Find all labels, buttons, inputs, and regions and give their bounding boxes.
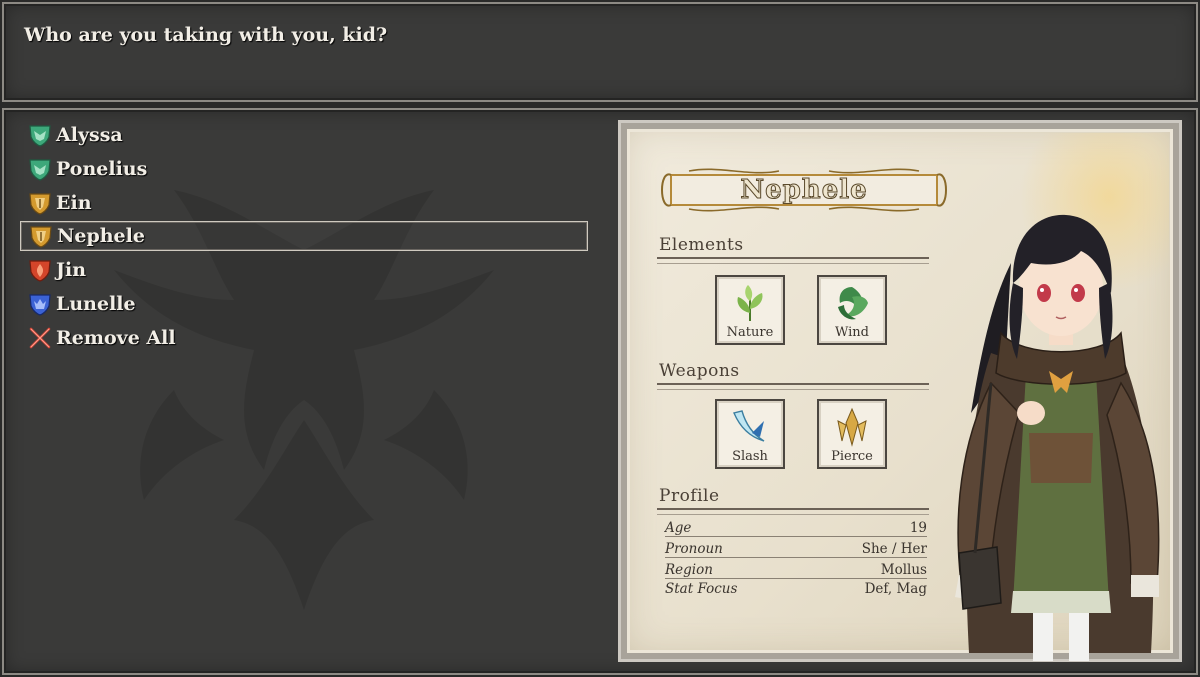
weapon-pierce-label: Pierce [831, 449, 873, 464]
green-shield-icon [29, 125, 51, 147]
party-list: Alyssa Ponelius Ein Nephele Jin Lunelle … [20, 120, 588, 357]
weapon-slash-label: Slash [732, 449, 768, 464]
profile-title: Profile [659, 486, 720, 506]
element-wind: Wind [817, 275, 887, 345]
profile-value: Def, Mag [864, 581, 927, 597]
nature-icon [737, 285, 763, 321]
character-name: Nephele [740, 175, 868, 206]
party-item-nephele[interactable]: Nephele [20, 221, 588, 252]
element-nature-label: Nature [726, 325, 774, 340]
party-item-alyssa[interactable]: Alyssa [20, 120, 588, 150]
section-divider [657, 257, 929, 264]
crossed-swords-icon [29, 327, 51, 349]
weapon-pierce: Pierce [817, 399, 887, 469]
profile-value: She / Her [861, 541, 927, 557]
profile-key: Age [665, 520, 692, 536]
remove-all-label: Remove All [56, 326, 176, 349]
elements-title: Elements [659, 235, 744, 255]
profile-row-region: Region Mollus [665, 559, 927, 579]
profile-value: Mollus [880, 562, 927, 578]
character-profile-card: Nephele Elements Nature Wind Weapons Sla… [618, 120, 1182, 662]
weapon-slash: Slash [715, 399, 785, 469]
gold-shield-icon [30, 226, 52, 249]
party-item-label: Ein [56, 191, 92, 214]
party-item-label: Lunelle [56, 292, 136, 315]
party-item-label: Nephele [57, 225, 145, 248]
wind-icon [838, 287, 868, 320]
profile-row-pronoun: Pronoun She / Her [665, 538, 927, 558]
red-shield-icon [29, 260, 51, 282]
weapons-title: Weapons [659, 361, 740, 381]
green-shield-icon [29, 159, 51, 181]
gold-shield-icon [29, 192, 51, 215]
party-item-ponelius[interactable]: Ponelius [20, 154, 588, 184]
party-item-label: Alyssa [56, 124, 123, 146]
profile-key: Pronoun [665, 541, 723, 557]
party-item-label: Jin [56, 259, 87, 282]
slash-icon [733, 410, 765, 442]
party-item-ein[interactable]: Ein [20, 188, 588, 218]
party-item-label: Ponelius [56, 157, 148, 180]
section-divider [657, 383, 929, 390]
profile-key: Region [665, 562, 713, 578]
element-wind-label: Wind [835, 325, 869, 340]
profile-row-stat-focus: Stat Focus Def, Mag [665, 578, 927, 597]
message-window: Who are you taking with you, kid? [2, 2, 1198, 102]
profile-value: 19 [909, 520, 927, 536]
party-item-jin[interactable]: Jin [20, 255, 588, 285]
section-divider [657, 508, 929, 515]
blue-shield-icon [29, 294, 51, 316]
name-plate: Nephele [659, 167, 949, 213]
remove-all-item[interactable]: Remove All [20, 323, 588, 353]
element-nature: Nature [715, 275, 785, 345]
party-item-lunelle[interactable]: Lunelle [20, 289, 588, 319]
character-portrait [955, 214, 1160, 661]
pierce-icon [837, 407, 867, 447]
profile-key: Stat Focus [665, 581, 738, 597]
message-text: Who are you taking with you, kid? [24, 24, 388, 46]
profile-row-age: Age 19 [665, 517, 927, 537]
